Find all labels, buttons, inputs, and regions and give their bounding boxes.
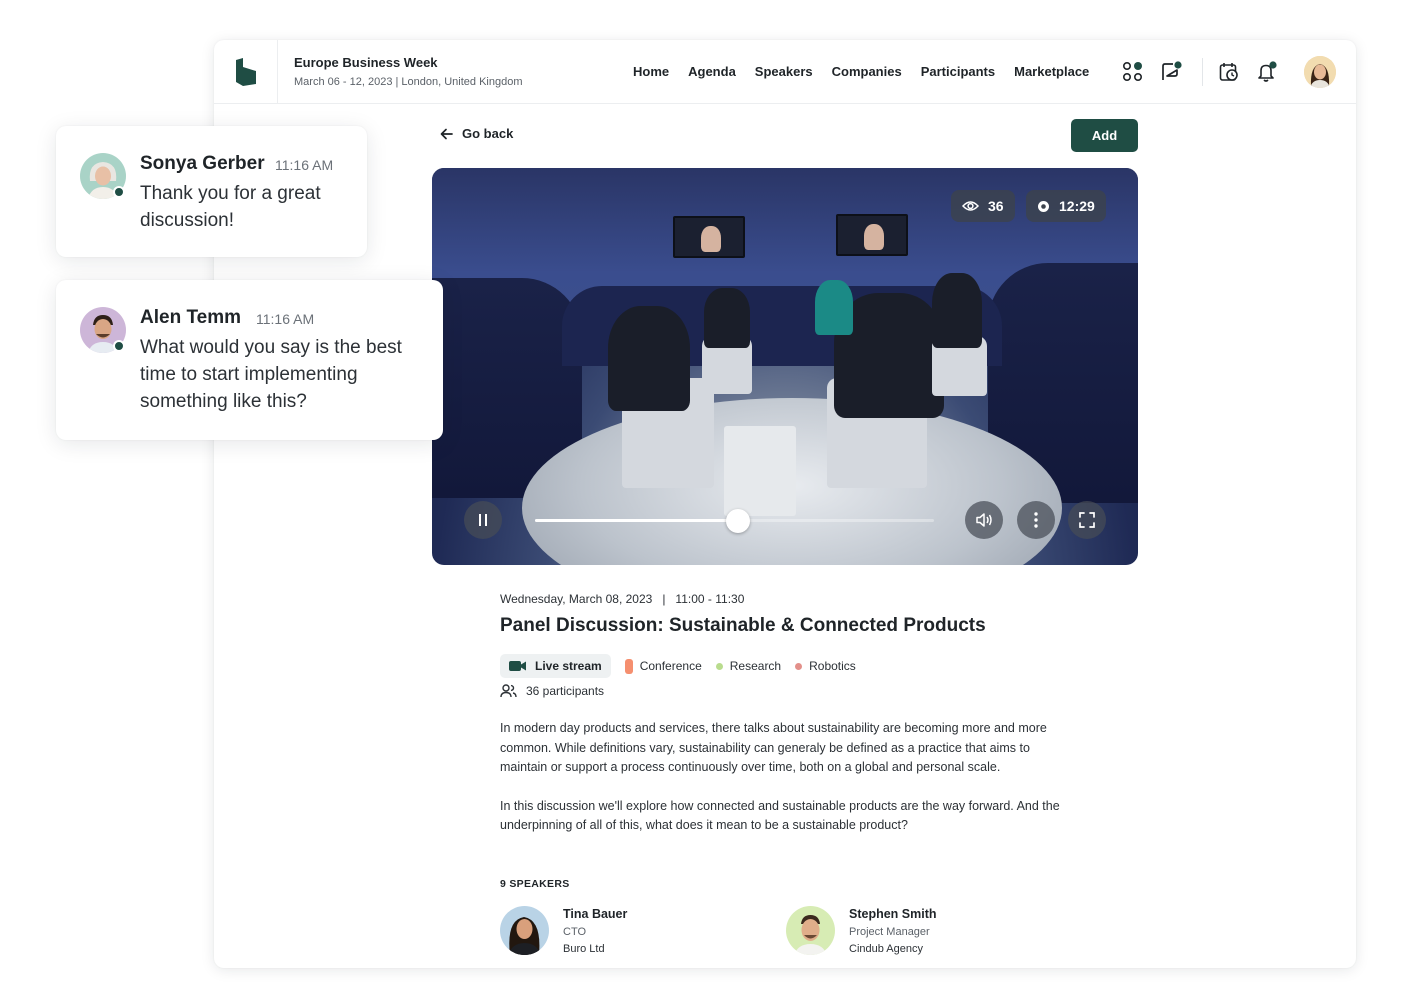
more-options-button[interactable] bbox=[1017, 501, 1055, 539]
video-scene-person bbox=[704, 288, 750, 348]
description-paragraph: In modern day products and services, the… bbox=[500, 721, 1047, 774]
speaker-role: Project Manager bbox=[849, 926, 930, 938]
nav-marketplace[interactable]: Marketplace bbox=[1014, 64, 1089, 79]
speaker-name: Stephen Smith bbox=[849, 907, 937, 921]
video-camera-icon bbox=[509, 661, 526, 671]
viewers-badge: 36 bbox=[951, 190, 1015, 222]
chat-timestamp: 11:16 AM bbox=[275, 157, 334, 173]
description-paragraph: In this discussion we'll explore how con… bbox=[500, 798, 1060, 833]
tag-robotics-dot bbox=[795, 662, 803, 670]
tag-conference[interactable]: Conference bbox=[624, 658, 702, 674]
pause-button[interactable] bbox=[464, 501, 502, 539]
online-status-dot bbox=[113, 186, 125, 198]
eye-icon bbox=[962, 201, 979, 211]
nav-speakers[interactable]: Speakers bbox=[755, 64, 813, 79]
duration-value: 12:29 bbox=[1059, 198, 1095, 214]
app-window: Europe Business Week March 06 - 12, 2023… bbox=[214, 40, 1356, 968]
apps-icon[interactable] bbox=[1121, 60, 1145, 84]
arrow-left-icon bbox=[440, 128, 453, 139]
nav-participants[interactable]: Participants bbox=[921, 64, 995, 79]
chat-sender-name: Sonya Gerber bbox=[140, 153, 265, 174]
header-divider bbox=[1202, 58, 1203, 86]
chat-message-text: What would you say is the best time to s… bbox=[140, 334, 402, 415]
chat-message-line: Thank you for a great bbox=[140, 183, 321, 204]
nav-agenda[interactable]: Agenda bbox=[688, 64, 736, 79]
duration-badge: 12:29 bbox=[1026, 190, 1106, 222]
tag-research[interactable]: Research bbox=[715, 659, 782, 673]
chat-avatar bbox=[80, 307, 126, 353]
bell-icon[interactable] bbox=[1255, 60, 1279, 84]
tag-research-label: Research bbox=[729, 659, 782, 673]
nav-home[interactable]: Home bbox=[633, 64, 669, 79]
nav-companies[interactable]: Companies bbox=[832, 64, 902, 79]
viewers-count: 36 bbox=[988, 198, 1004, 214]
user-avatar[interactable] bbox=[1304, 56, 1336, 88]
video-scene-person bbox=[932, 273, 982, 348]
top-header: Europe Business Week March 06 - 12, 2023… bbox=[214, 40, 1356, 104]
fullscreen-button[interactable] bbox=[1068, 501, 1106, 539]
chat-avatar bbox=[80, 153, 126, 199]
fullscreen-icon bbox=[1079, 512, 1095, 528]
more-vertical-icon bbox=[1034, 512, 1038, 528]
logo[interactable] bbox=[214, 40, 278, 104]
tag-robotics[interactable]: Robotics bbox=[795, 659, 856, 673]
video-scene-screen bbox=[836, 214, 908, 256]
speaker-card[interactable]: Stephen Smith Project Manager Cindub Age… bbox=[786, 906, 937, 955]
chat-message-line: time to start implementing bbox=[140, 364, 358, 385]
go-back-label: Go back bbox=[462, 126, 514, 141]
volume-icon bbox=[976, 513, 992, 527]
chat-message-line: What would you say is the best bbox=[140, 337, 402, 358]
speaker-company: Buro Ltd bbox=[563, 943, 605, 955]
speaker-info: Tina Bauer CTO Buro Ltd bbox=[563, 906, 627, 955]
tag-research-dot bbox=[715, 662, 723, 670]
speaker-card[interactable]: Tina Bauer CTO Buro Ltd bbox=[500, 906, 627, 955]
session-tags: Live stream Conference Research Robotics bbox=[500, 654, 870, 678]
speaker-company: Cindub Agency bbox=[849, 943, 923, 955]
progress-bar[interactable] bbox=[535, 509, 934, 533]
tag-live-label: Live stream bbox=[535, 659, 602, 673]
tag-live-stream[interactable]: Live stream bbox=[500, 654, 611, 678]
calendar-icon[interactable] bbox=[1217, 60, 1241, 84]
video-scene-screen bbox=[673, 216, 745, 258]
chat-message-text: Thank you for a great discussion! bbox=[140, 180, 321, 234]
tag-robotics-label: Robotics bbox=[809, 659, 856, 673]
chat-timestamp: 11:16 AM bbox=[256, 311, 315, 327]
volume-button[interactable] bbox=[965, 501, 1003, 539]
speakers-heading: 9 SPEAKERS bbox=[500, 878, 570, 890]
chat-message-card[interactable]: Alen Temm 11:16 AM What would you say is… bbox=[56, 280, 443, 440]
go-back-link[interactable]: Go back bbox=[440, 126, 513, 141]
add-button[interactable]: Add bbox=[1071, 119, 1138, 152]
chat-sender-name: Alen Temm bbox=[140, 307, 242, 328]
video-player[interactable]: 36 12:29 bbox=[432, 168, 1138, 565]
chat-icon[interactable] bbox=[1159, 60, 1183, 84]
speaker-info: Stephen Smith Project Manager Cindub Age… bbox=[849, 906, 937, 955]
progress-fill bbox=[535, 519, 739, 522]
speaker-role: CTO bbox=[563, 926, 587, 938]
chat-message-line: something like this? bbox=[140, 391, 307, 412]
video-scene-table bbox=[724, 426, 796, 516]
session-description: In modern day products and services, the… bbox=[500, 719, 1070, 836]
main-nav: Home Agenda Speakers Companies Participa… bbox=[633, 64, 1089, 79]
tag-conference-marker bbox=[624, 658, 633, 674]
users-icon bbox=[500, 684, 517, 698]
event-subtitle: March 06 - 12, 2023 | London, United Kin… bbox=[294, 76, 523, 88]
session-datetime: Wednesday, March 08, 2023 | 11:00 - 11:3… bbox=[500, 592, 745, 606]
chat-message-line: discussion! bbox=[140, 210, 234, 231]
event-title: Europe Business Week bbox=[294, 55, 438, 70]
speaker-avatar bbox=[786, 906, 835, 955]
record-icon bbox=[1038, 200, 1049, 212]
tag-conference-label: Conference bbox=[639, 659, 702, 673]
online-status-dot bbox=[113, 340, 125, 352]
video-scene-person bbox=[815, 280, 853, 335]
logo-icon bbox=[235, 58, 256, 86]
participants-count[interactable]: 36 participants bbox=[500, 684, 604, 698]
participants-label: 36 participants bbox=[526, 684, 605, 698]
session-title: Panel Discussion: Sustainable & Connecte… bbox=[500, 615, 986, 636]
speaker-name: Tina Bauer bbox=[563, 907, 628, 921]
video-scene-person bbox=[608, 306, 690, 411]
pause-icon bbox=[479, 514, 487, 526]
chat-message-card[interactable]: Sonya Gerber 11:16 AM Thank you for a gr… bbox=[56, 126, 367, 257]
speaker-avatar bbox=[500, 906, 549, 955]
